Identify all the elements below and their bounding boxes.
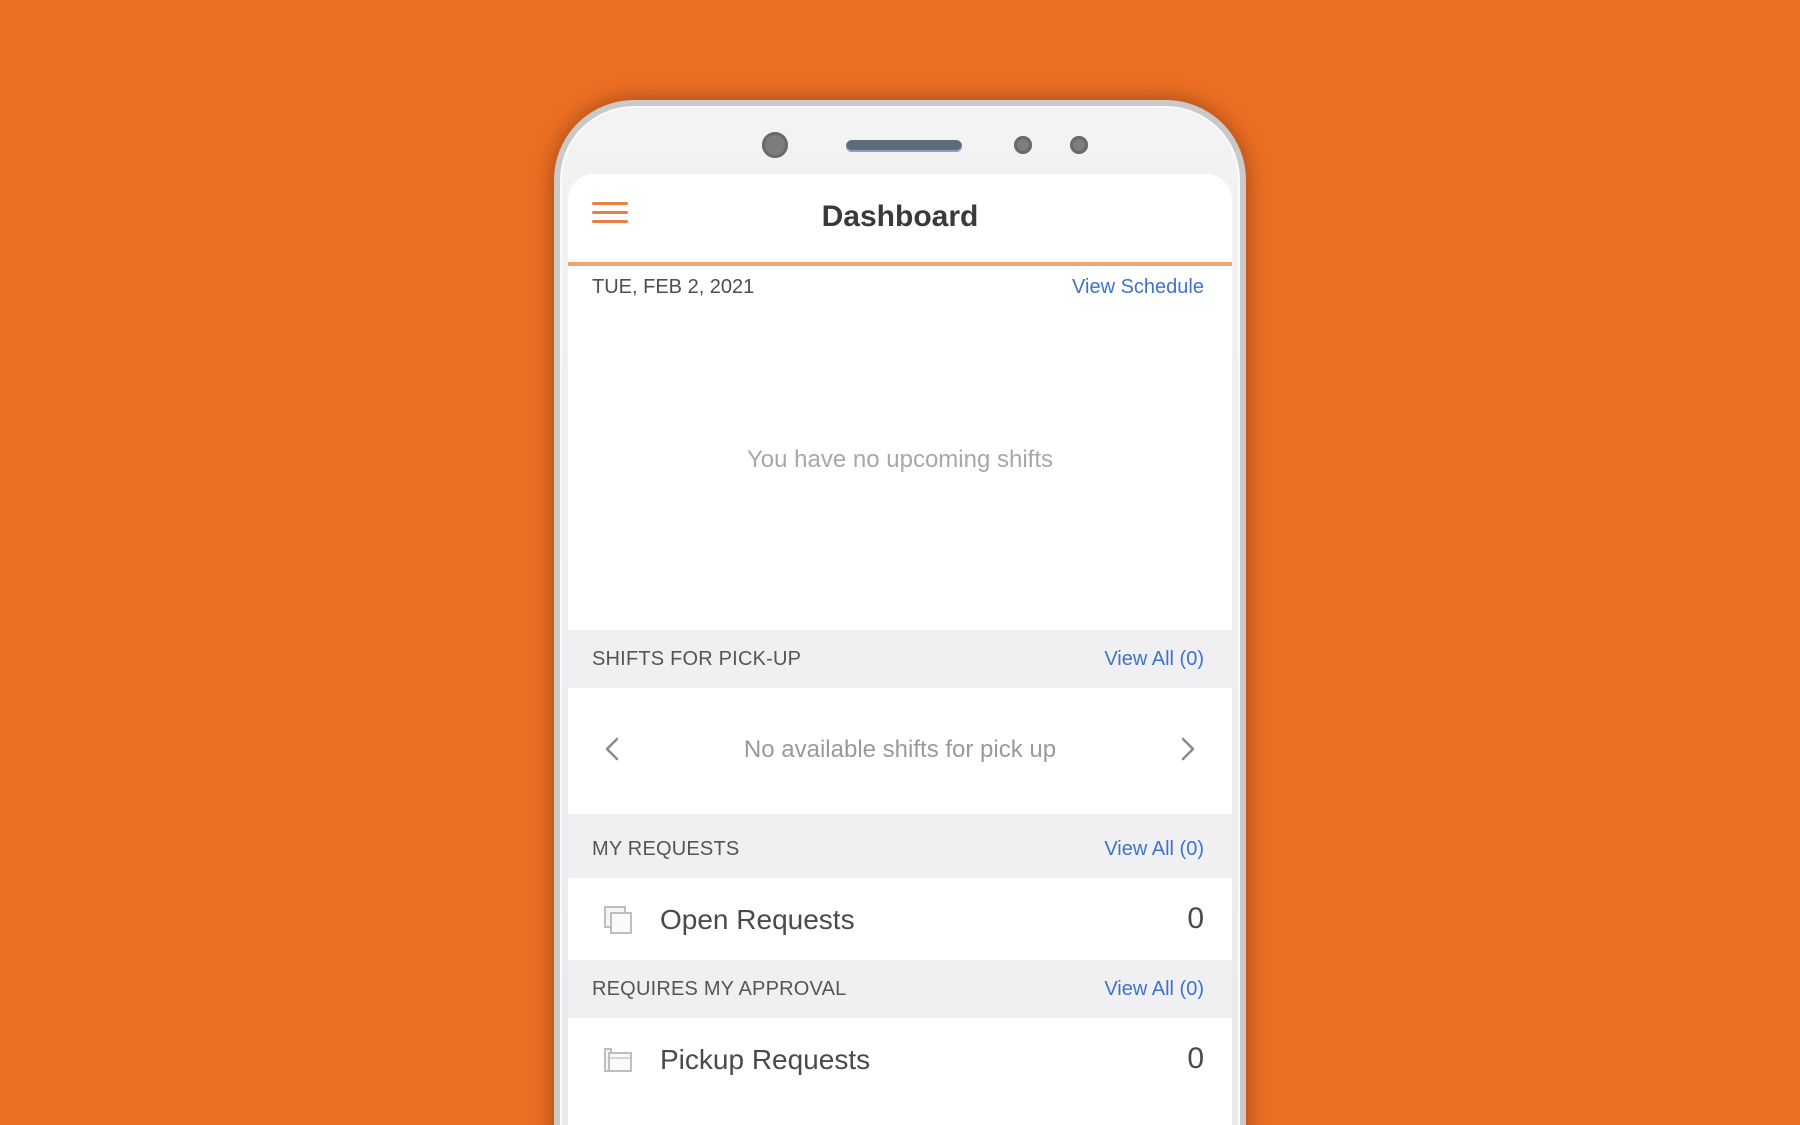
upcoming-shifts-area: You have no upcoming shifts <box>568 306 1232 630</box>
shifts-for-pickup-header: SHIFTS FOR PICK-UP View All (0) <box>568 630 1232 688</box>
no-pickup-shifts-message: No available shifts for pick up <box>743 736 1057 763</box>
open-requests-row[interactable]: Open Requests 0 <box>568 878 1232 960</box>
front-camera-icon <box>762 132 788 158</box>
section-title: REQUIRES MY APPROVAL <box>592 978 847 1000</box>
pickup-requests-row[interactable]: Pickup Requests 0 <box>568 1018 1232 1100</box>
pickup-requests-count: 0 <box>1187 1042 1204 1075</box>
stage: Dashboard TUE, FEB 2, 2021 View Schedule… <box>0 0 1800 1125</box>
current-date: TUE, FEB 2, 2021 <box>592 276 755 298</box>
sensor-icon <box>1014 136 1032 154</box>
view-all-pickup-link[interactable]: View All (0) <box>1104 648 1204 671</box>
app-bar: Dashboard <box>568 174 1232 266</box>
inbox-icon <box>604 1048 632 1072</box>
my-requests-header: MY REQUESTS View All (0) <box>568 820 1232 878</box>
pickup-requests-label: Pickup Requests <box>660 1044 871 1075</box>
no-upcoming-shifts-message: You have no upcoming shifts <box>747 446 1053 473</box>
section-title: SHIFTS FOR PICK-UP <box>592 648 802 670</box>
requires-my-approval-header: REQUIRES MY APPROVAL View All (0) <box>568 960 1232 1018</box>
chevron-right-icon[interactable] <box>1172 734 1202 764</box>
stacked-pages-icon <box>604 906 632 934</box>
date-row: TUE, FEB 2, 2021 View Schedule <box>568 266 1232 306</box>
view-all-approval-link[interactable]: View All (0) <box>1104 978 1204 1001</box>
view-schedule-link[interactable]: View Schedule <box>1072 276 1204 299</box>
open-requests-count: 0 <box>1187 902 1204 935</box>
sensor-icon <box>1070 136 1088 154</box>
pickup-shifts-carousel: No available shifts for pick up <box>568 688 1232 820</box>
earpiece-speaker <box>846 140 962 152</box>
view-all-my-requests-link[interactable]: View All (0) <box>1104 838 1204 861</box>
page-title: Dashboard <box>821 200 979 233</box>
section-title: MY REQUESTS <box>592 838 740 860</box>
open-requests-label: Open Requests <box>660 904 855 935</box>
phone-screen: Dashboard TUE, FEB 2, 2021 View Schedule… <box>568 174 1232 1125</box>
phone-frame: Dashboard TUE, FEB 2, 2021 View Schedule… <box>554 100 1246 1125</box>
